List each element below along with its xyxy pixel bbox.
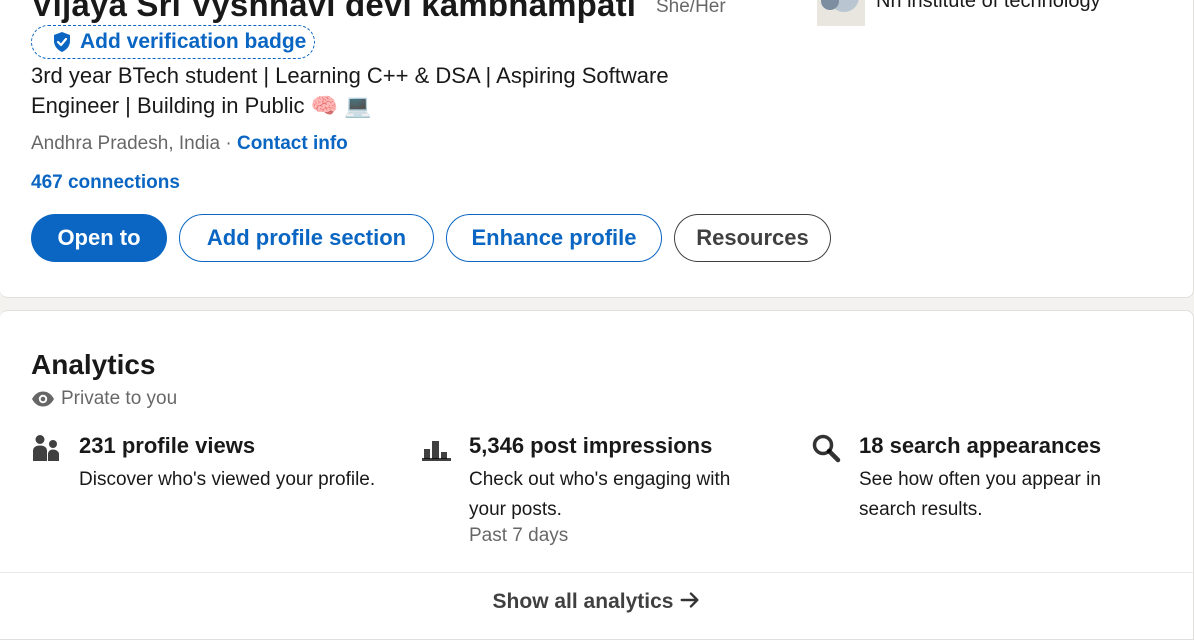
location-row: Andhra Pradesh, India · Contact info [31,133,348,155]
show-all-analytics-label: Show all analytics [492,590,674,613]
metric-period: Past 7 days [469,525,569,546]
contact-info-link[interactable]: Contact info [237,133,348,154]
add-verification-badge-button[interactable]: Add verification badge [31,25,315,59]
eye-icon [32,391,54,407]
metric-title: 18 search appearances [859,433,1102,458]
metric-title: 231 profile views [79,433,256,458]
company-logo[interactable] [817,0,865,26]
profile-name: Vijaya Sri Vyshnavi devi kambhampati [31,0,637,23]
metric-description: Check out who's engaging with your posts… [469,469,731,520]
metric-description: See how often you appear in search resul… [859,469,1101,520]
show-all-analytics-button[interactable]: Show all analytics [0,589,1194,614]
resources-button[interactable]: Resources [674,214,831,262]
analytics-title: Analytics [31,349,156,380]
search-icon [812,434,841,463]
people-icon [33,435,59,461]
privacy-note: Private to you [31,387,177,411]
metric-description: Discover who's viewed your profile. [79,469,376,490]
connections-link[interactable]: 467 connections [31,172,180,194]
arrow-right-icon [681,592,699,608]
shield-check-icon [54,32,70,52]
privacy-note-label: Private to you [61,388,178,409]
profile-headline: 3rd year BTech student | Learning C++ & … [31,63,669,118]
pronouns: She/Her [656,0,726,17]
bar-chart-icon [422,441,451,461]
company-name[interactable]: Nri institute of technology [876,0,1101,13]
metric-title: 5,346 post impressions [469,433,713,458]
divider [0,572,1194,573]
enhance-profile-button[interactable]: Enhance profile [446,214,662,262]
analytics-card: Analytics Private to you 231 profile vie… [0,310,1194,640]
location-separator: · [220,133,237,154]
location-text: Andhra Pradesh, India [31,133,221,154]
verification-badge-label: Add verification badge [80,30,307,53]
add-profile-section-button[interactable]: Add profile section [179,214,434,262]
open-to-button[interactable]: Open to [31,214,167,262]
